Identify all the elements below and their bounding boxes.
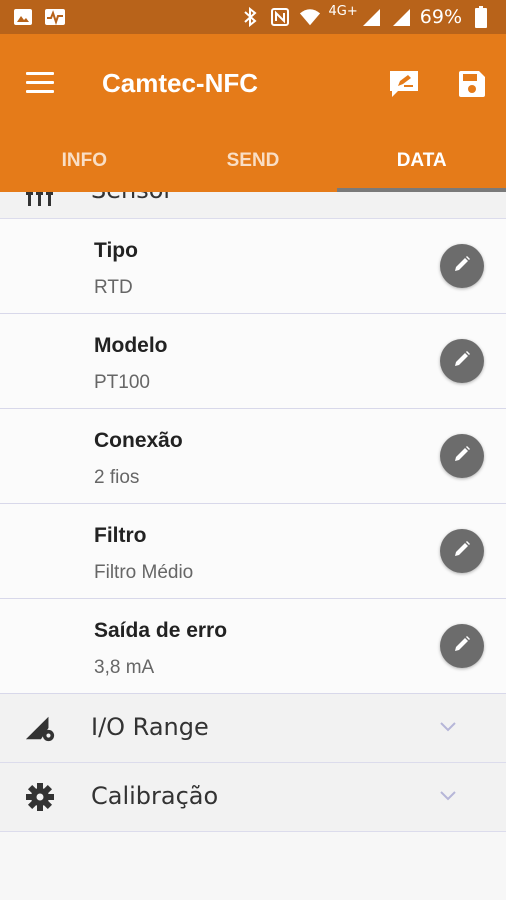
nfc-icon bbox=[269, 6, 291, 28]
tab-info[interactable]: INFO bbox=[0, 142, 169, 192]
pencil-icon bbox=[453, 540, 471, 562]
signal-icon bbox=[360, 6, 382, 28]
list-item-conexao: Conexão 2 fios bbox=[0, 409, 506, 504]
item-title: Modelo bbox=[94, 334, 168, 357]
activity-icon bbox=[44, 6, 66, 28]
status-bar: 4G+ 69% bbox=[0, 0, 506, 34]
app-bar: Camtec-NFC INFO SEND DATA bbox=[0, 34, 506, 192]
pencil-icon bbox=[453, 350, 471, 372]
chevron-down-icon[interactable] bbox=[438, 789, 458, 803]
tab-send[interactable]: SEND bbox=[169, 142, 338, 192]
data-content: Sensor Tipo RTD Modelo PT100 Conexão 2 f… bbox=[0, 192, 506, 900]
section-io-range-label: I/O Range bbox=[91, 713, 209, 741]
chevron-down-icon[interactable] bbox=[438, 720, 458, 734]
tab-data[interactable]: DATA bbox=[337, 142, 506, 192]
pencil-icon bbox=[453, 635, 471, 657]
list-item-saida-erro: Saída de erro 3,8 mA bbox=[0, 599, 506, 694]
photo-icon bbox=[12, 6, 34, 28]
list-item-filtro: Filtro Filtro Médio bbox=[0, 504, 506, 599]
app-title: Camtec-NFC bbox=[102, 68, 259, 98]
section-sensor-label: Sensor bbox=[91, 192, 173, 204]
item-title: Saída de erro bbox=[94, 619, 228, 642]
item-value: RTD bbox=[94, 277, 133, 298]
list-item-modelo: Modelo PT100 bbox=[0, 314, 506, 409]
pencil-icon bbox=[453, 445, 471, 467]
gear-icon bbox=[24, 781, 56, 813]
item-title: Filtro bbox=[94, 524, 147, 547]
pencil-icon bbox=[453, 255, 471, 277]
edit-modelo-button[interactable] bbox=[440, 339, 484, 383]
menu-icon[interactable] bbox=[26, 72, 54, 96]
network-type: 4G+ bbox=[328, 3, 358, 19]
bluetooth-icon bbox=[239, 6, 261, 28]
feedback-icon[interactable] bbox=[388, 68, 420, 100]
item-value: PT100 bbox=[94, 372, 150, 393]
item-title: Conexão bbox=[94, 429, 183, 452]
item-value: 2 fios bbox=[94, 467, 140, 488]
edit-conexao-button[interactable] bbox=[440, 434, 484, 478]
item-value: Filtro Médio bbox=[94, 562, 194, 583]
signal-settings-icon bbox=[24, 712, 56, 744]
section-sensor[interactable]: Sensor bbox=[0, 192, 506, 219]
save-icon[interactable] bbox=[456, 68, 488, 100]
edit-saida-erro-button[interactable] bbox=[440, 624, 484, 668]
battery-icon bbox=[470, 6, 492, 28]
list-item-tipo: Tipo RTD bbox=[0, 219, 506, 314]
battery-percent: 69% bbox=[419, 6, 462, 28]
item-value: 3,8 mA bbox=[94, 657, 155, 678]
tab-bar: INFO SEND DATA bbox=[0, 142, 506, 192]
signal-icon bbox=[390, 6, 412, 28]
wifi-icon bbox=[299, 6, 321, 28]
item-title: Tipo bbox=[94, 239, 138, 262]
section-io-range[interactable]: I/O Range bbox=[0, 694, 506, 763]
edit-filtro-button[interactable] bbox=[440, 529, 484, 573]
tune-icon bbox=[24, 192, 56, 212]
section-calibration-label: Calibração bbox=[91, 782, 219, 810]
edit-tipo-button[interactable] bbox=[440, 244, 484, 288]
section-calibration[interactable]: Calibração bbox=[0, 763, 506, 832]
